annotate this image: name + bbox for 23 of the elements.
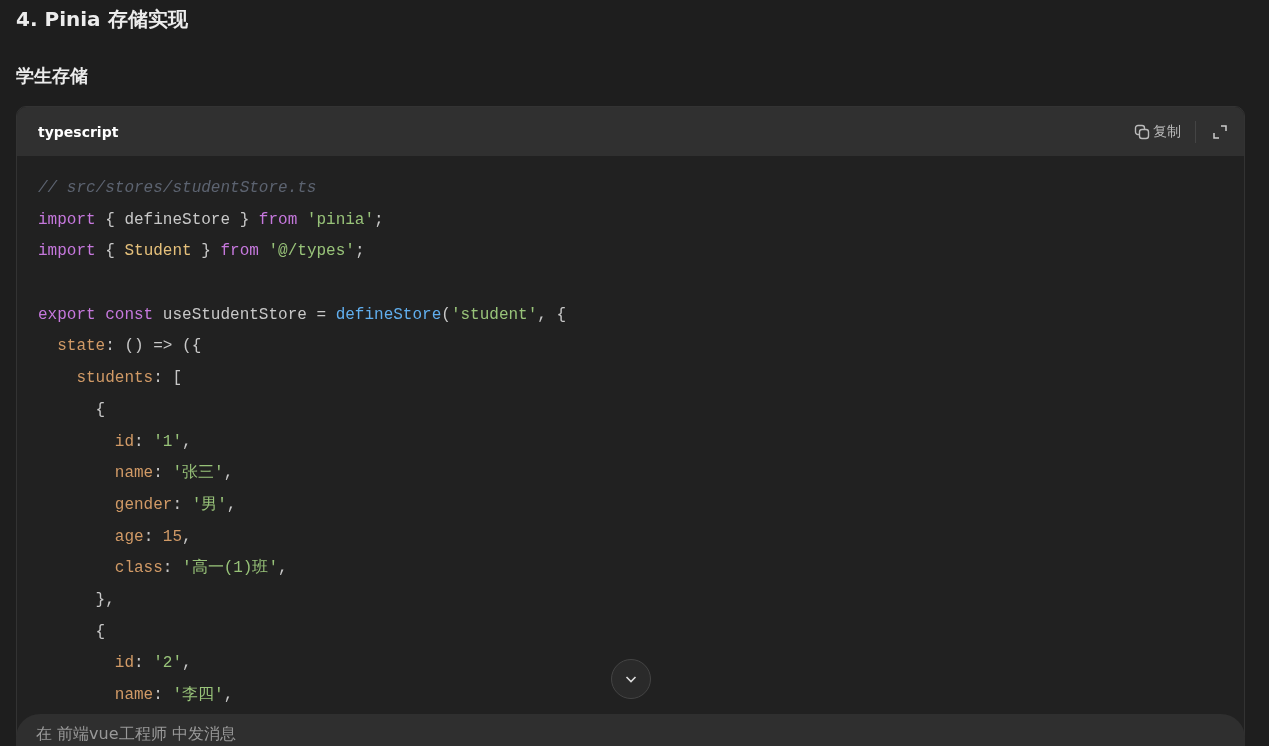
expand-icon bbox=[1212, 123, 1228, 140]
language-label: typescript bbox=[38, 123, 119, 140]
section-heading: 4. Pinia 存储实现 bbox=[16, 6, 189, 33]
code-line: import { Student } from '@/types'; bbox=[38, 241, 365, 263]
code-line: { bbox=[94, 399, 106, 421]
code-line: id: '2', bbox=[113, 653, 192, 675]
copy-button[interactable]: 复制 bbox=[1132, 120, 1183, 143]
code-line: state: () => ({ bbox=[56, 336, 202, 358]
code-line: class: '高一(1)班', bbox=[113, 557, 288, 580]
code-line: id: '1', bbox=[113, 431, 192, 453]
code-line: name: '张三', bbox=[113, 463, 234, 485]
code-line: gender: '男', bbox=[113, 494, 237, 516]
code-line: { bbox=[94, 621, 106, 643]
copy-icon bbox=[1134, 123, 1150, 140]
code-line: }, bbox=[94, 589, 115, 611]
code-line: students: [ bbox=[75, 368, 183, 390]
message-input[interactable]: 在 前端vue工程师 中发消息 bbox=[16, 714, 1245, 746]
code-line: export const useStudentStore = defineStore('student', { bbox=[38, 304, 567, 326]
code-line: // src/stores/studentStore.ts bbox=[38, 178, 317, 199]
code-line: import { defineStore } from 'pinia'; bbox=[38, 209, 384, 231]
code-line: name: '李四', bbox=[113, 685, 234, 706]
subsection-heading: 学生存储 bbox=[16, 64, 89, 88]
code-line: age: 15, bbox=[113, 526, 192, 548]
